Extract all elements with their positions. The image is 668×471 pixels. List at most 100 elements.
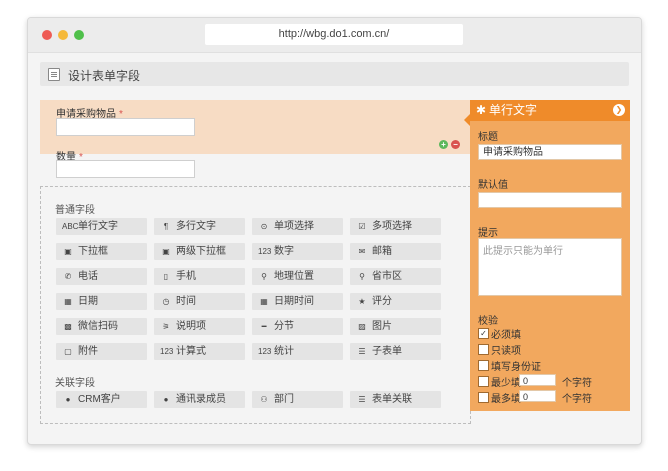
field-type-icon: 123 [258, 347, 272, 356]
field-type-icon: 123 [258, 247, 272, 256]
title-label: 标题 [478, 132, 498, 143]
field-palette: 普通字段 ABC 单行文字 ¶ 多行文字 ⊙ 单项选择 ☑ 多项选择 ▣ 下拉框 ▣ 两级下拉框 123… [40, 186, 471, 424]
readonly-checkbox[interactable] [478, 344, 489, 355]
field-type-chip-14[interactable]: ▦ 日期时间 [252, 293, 343, 310]
field-type-chip-2[interactable]: ⊙ 单项选择 [252, 218, 343, 235]
field-type-chip-6[interactable]: 123 数字 [252, 243, 343, 260]
field-type-chip-18[interactable]: ━ 分节 [252, 318, 343, 335]
field-type-label: CRM客户 [78, 394, 121, 405]
field-type-chip-15[interactable]: ★ 评分 [350, 293, 441, 310]
required-checkbox[interactable]: ✓ [478, 328, 489, 339]
field-type-label: 多项选择 [372, 221, 412, 232]
field-type-chip-5[interactable]: ▣ 两级下拉框 [154, 243, 245, 260]
field-type-chip-21[interactable]: 123 计算式 [154, 343, 245, 360]
url-bar[interactable]: http://wbg.do1.com.cn/ [205, 24, 463, 45]
field-type-label: 省市区 [372, 271, 402, 282]
browser-window: http://wbg.do1.com.cn/ 设计表单字段 申请采购物品 * + … [27, 17, 642, 445]
field-type-label: 日期 [78, 296, 98, 307]
field-type-label: 评分 [372, 296, 392, 307]
field-type-icon: ★ [358, 297, 366, 306]
field-type-label: 两级下拉框 [176, 246, 226, 257]
field-type-icon: ◷ [162, 297, 170, 306]
field-input-preview[interactable] [56, 160, 195, 178]
field-type-label: 数字 [274, 246, 294, 257]
required-checkbox-label: 必须填 [491, 330, 521, 341]
field-type-label: 计算式 [176, 346, 206, 357]
field-type-icon: ⚲ [261, 272, 267, 281]
field-input-preview[interactable] [56, 118, 195, 136]
field-type-label: 部门 [274, 394, 294, 405]
field-type-chip-8[interactable]: ✆ 电话 [56, 268, 147, 285]
field-type-chip-13[interactable]: ◷ 时间 [154, 293, 245, 310]
panel-header: ✱ 单行文字 ❯ [470, 100, 630, 121]
field-type-chip-4[interactable]: ▣ 下拉框 [56, 243, 147, 260]
field-type-label: 微信扫码 [78, 321, 118, 332]
field-type-chip-22[interactable]: 123 统计 [252, 343, 343, 360]
related-field-chip-1[interactable]: ● 通讯录成员 [154, 391, 245, 408]
field-type-icon: ▣ [162, 247, 170, 256]
min-length-checkbox[interactable] [478, 376, 489, 387]
default-value-input[interactable] [478, 192, 622, 208]
add-field-icon[interactable]: + [439, 140, 448, 149]
field-type-chip-17[interactable]: ⚞ 说明项 [154, 318, 245, 335]
field-type-label: 附件 [78, 346, 98, 357]
related-field-chip-0[interactable]: ● CRM客户 [56, 391, 147, 408]
field-type-icon: ✆ [64, 272, 72, 281]
field-type-chip-19[interactable]: ▨ 图片 [350, 318, 441, 335]
field-type-label: 子表单 [372, 346, 402, 357]
delete-field-icon[interactable]: − [451, 140, 460, 149]
field-type-label: 日期时间 [274, 296, 314, 307]
field-type-chip-0[interactable]: ABC 单行文字 [56, 218, 147, 235]
field-type-label: 电话 [78, 271, 98, 282]
field-type-chip-7[interactable]: ✉ 邮箱 [350, 243, 441, 260]
close-window-button[interactable] [42, 30, 52, 40]
field-type-label: 地理位置 [274, 271, 314, 282]
field-type-chip-3[interactable]: ☑ 多项选择 [350, 218, 441, 235]
browser-titlebar: http://wbg.do1.com.cn/ [28, 18, 641, 53]
field-type-icon: ✉ [358, 247, 366, 256]
field-type-chip-1[interactable]: ¶ 多行文字 [154, 218, 245, 235]
field-type-label: 统计 [274, 346, 294, 357]
form-field-selected[interactable]: 申请采购物品 * [40, 100, 471, 154]
field-type-icon: ▣ [64, 247, 72, 256]
field-type-chip-20[interactable]: ▢ 附件 [56, 343, 147, 360]
field-type-chip-10[interactable]: ⚲ 地理位置 [252, 268, 343, 285]
title-input[interactable]: 申请采购物品 [478, 144, 622, 160]
field-type-chip-11[interactable]: ⚲ 省市区 [350, 268, 441, 285]
hint-textarea[interactable]: 此提示只能为单行 [478, 238, 622, 296]
form-document-icon [48, 68, 60, 81]
field-type-label: 单行文字 [78, 221, 118, 232]
section-title-common: 普通字段 [55, 205, 95, 216]
field-properties-panel: ✱ 单行文字 ❯ 标题 申请采购物品 默认值 提示 此提示只能为单行 校验 ✓ … [470, 100, 630, 411]
maximize-window-button[interactable] [74, 30, 84, 40]
minimize-window-button[interactable] [58, 30, 68, 40]
field-type-icon: ● [163, 395, 169, 404]
page-header: 设计表单字段 [40, 62, 629, 86]
min-length-label: 最少填 [491, 378, 521, 389]
field-type-chip-23[interactable]: ☰ 子表单 [350, 343, 441, 360]
field-type-icon: ⚇ [260, 395, 268, 404]
field-type-icon: ▨ [358, 322, 366, 331]
field-type-icon: ━ [261, 322, 267, 331]
field-type-icon: ▢ [64, 347, 72, 356]
field-type-icon: ⚞ [162, 322, 170, 331]
validation-label: 校验 [478, 316, 498, 327]
min-length-input[interactable]: 0 [519, 374, 556, 386]
field-type-icon: 123 [160, 347, 174, 356]
field-type-label: 表单关联 [372, 394, 412, 405]
field-type-label: 图片 [372, 321, 392, 332]
max-length-checkbox[interactable] [478, 392, 489, 403]
min-length-unit: 个字符 [562, 378, 592, 389]
field-type-chip-16[interactable]: ▩ 微信扫码 [56, 318, 147, 335]
related-field-chip-2[interactable]: ⚇ 部门 [252, 391, 343, 408]
field-type-icon: ¶ [163, 222, 169, 231]
default-value-label: 默认值 [478, 180, 508, 191]
field-type-chip-9[interactable]: ▯ 手机 [154, 268, 245, 285]
max-length-input[interactable]: 0 [519, 390, 556, 402]
field-type-chip-12[interactable]: ▦ 日期 [56, 293, 147, 310]
related-field-chip-3[interactable]: ☰ 表单关联 [350, 391, 441, 408]
collapse-icon[interactable]: ❯ [613, 104, 625, 116]
field-type-icon: ▩ [64, 322, 72, 331]
field-type-icon: ● [65, 395, 71, 404]
idcard-checkbox[interactable] [478, 360, 489, 371]
